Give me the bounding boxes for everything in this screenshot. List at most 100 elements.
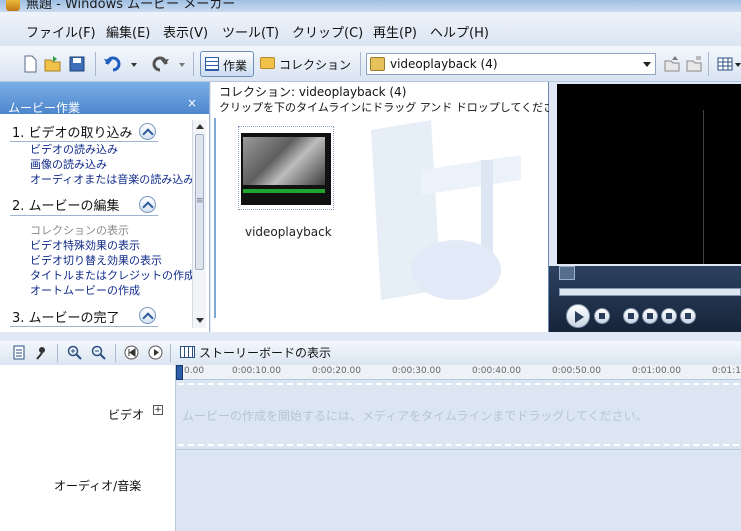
ruler-tick: 0:00:30.00 [392,366,442,376]
undo-dropdown-icon[interactable] [129,55,139,73]
link-import-pictures[interactable]: 画像の読み込み [30,156,107,172]
redo-icon[interactable] [150,55,170,73]
link-show-transitions[interactable]: ビデオ切り替え効果の表示 [30,252,162,268]
save-project-icon[interactable] [68,55,86,73]
clip-progress-bar [243,189,325,193]
menu-edit[interactable]: 編集(E) [106,22,150,41]
link-show-video-effects[interactable]: ビデオ特殊効果の表示 [30,237,140,253]
next-frame-button[interactable] [680,308,696,324]
collections-button[interactable]: コレクション [257,51,357,77]
redo-dropdown-icon[interactable] [177,55,187,73]
menu-file[interactable]: ファイル(F) [26,22,96,41]
video-track[interactable]: ムービーの作成を開始するには、メディアをタイムラインまでドラッグしてください。 [176,380,741,450]
forward-button[interactable] [661,308,677,324]
ruler-tick: 0:01:1 [712,366,741,376]
up-level-icon[interactable] [663,55,681,73]
menu-help[interactable]: ヘルプ(H) [430,22,489,41]
playhead-indicator[interactable] [176,365,183,380]
rewind-button[interactable] [642,308,658,324]
audio-track[interactable] [176,451,741,531]
narrate-microphone-icon[interactable] [34,345,49,360]
separator [115,344,116,362]
timeline-settings-icon[interactable] [12,345,27,360]
new-collection-folder-icon[interactable] [685,55,703,73]
collections-button-label: コレクション [279,58,352,72]
menu-view[interactable]: 表示(V) [163,22,208,41]
show-storyboard-label: ストーリーボードの表示 [199,346,332,360]
movie-maker-icon [6,0,20,11]
link-automovie[interactable]: オートムービーの作成 [30,282,140,298]
expand-video-track-icon[interactable]: + [153,405,163,415]
separator [360,52,361,76]
menu-bar: ファイル(F) 編集(E) 表示(V) ツール(T) クリップ(C) 再生(P)… [0,12,741,46]
zoom-out-icon[interactable] [91,345,106,360]
track-border [178,444,739,446]
separator [193,52,194,76]
movie-tasks-header: ムービー作業 × [0,82,209,115]
seek-bar[interactable] [559,288,741,296]
clip-label[interactable]: videoplayback [245,225,332,239]
show-storyboard-button[interactable]: ストーリーボードの表示 [178,343,338,363]
stop-button[interactable] [594,308,610,324]
section-capture-video[interactable]: 1. ビデオの取り込み [12,122,133,141]
collection-instructions: クリップを下のタイムラインにドラッグ アンド ドロップしてください。 [219,101,577,114]
title-bar: 無題 - Windows ムービー メーカー [0,0,741,12]
ruler-tick: 0.00 [184,366,205,376]
collection-icon [370,57,385,71]
video-track-label: ビデオ [108,408,145,422]
chevron-up-icon[interactable] [139,123,156,140]
undo-icon[interactable] [103,55,123,73]
link-show-collections: コレクションの表示 [30,224,129,237]
fullscreen-button[interactable] [559,266,575,280]
views-icon[interactable] [717,55,741,73]
scroll-up-icon[interactable] [196,124,204,129]
section-edit-movie[interactable]: 2. ムービーの編集 [12,195,120,214]
menu-tools[interactable]: ツール(T) [222,22,279,41]
storyboard-icon [180,346,195,358]
ruler-tick: 0:00:20.00 [312,366,362,376]
separator [170,344,171,362]
play-button[interactable] [566,304,590,328]
collection-dropdown[interactable]: videoplayback (4) [366,53,656,75]
collection-panel: コレクション: videoplayback (4) クリップを下のタイムラインに… [211,82,576,332]
timeline-ruler[interactable]: 0.00 0:00:10.00 0:00:20.00 0:00:30.00 0:… [176,365,741,380]
collection-title: コレクション: videoplayback (4) [219,85,407,99]
chevron-up-icon[interactable] [139,196,156,213]
tasks-button-label: 作業 [223,59,248,73]
clip-preview-image [243,137,325,185]
open-project-icon[interactable] [44,55,62,73]
video-display [557,84,741,264]
tasks-button[interactable]: 作業 [200,51,254,77]
previous-frame-button[interactable] [623,308,639,324]
chevron-up-icon[interactable] [139,307,156,324]
toolbar: 作業 コレクション videoplayback (4) [0,46,741,82]
movie-tasks-pane: ムービー作業 × 1. ビデオの取り込み ビデオの読み込み 画像の読み込み オー… [0,82,210,332]
ruler-tick: 0:00:40.00 [472,366,522,376]
folder-icon [260,57,275,69]
chevron-down-icon [643,62,651,67]
video-track-hint: ムービーの作成を開始するには、メディアをタイムラインまでドラッグしてください。 [182,409,648,423]
new-project-icon[interactable] [21,55,39,73]
scroll-down-icon[interactable] [196,318,204,323]
monitor-split-line [703,110,704,264]
rewind-timeline-icon[interactable] [124,345,139,360]
ruler-tick: 0:00:10.00 [232,366,282,376]
divider [10,326,158,327]
menu-clip[interactable]: クリップ(C) [292,22,363,41]
separator [708,52,709,76]
divider [10,215,158,216]
movie-tasks-title: ムービー作業 [8,101,81,115]
section-finish-movie[interactable]: 3. ムービーの完了 [12,307,120,326]
task-pane-scrollbar[interactable]: ≡ [192,120,206,328]
link-make-titles[interactable]: タイトルまたはクレジットの作成 [30,267,195,283]
timeline-track-labels [0,365,176,531]
menu-play[interactable]: 再生(P) [373,22,417,41]
timeline-toolbar: ストーリーボードの表示 [0,341,741,365]
link-import-audio[interactable]: オーディオまたは音楽の読み込み [30,171,194,187]
play-timeline-icon[interactable] [148,345,163,360]
zoom-in-icon[interactable] [67,345,82,360]
clip-thumbnail[interactable] [238,126,334,210]
close-icon[interactable]: × [187,96,197,110]
audio-track-label: オーディオ/音楽 [54,479,142,493]
link-import-video[interactable]: ビデオの読み込み [30,141,118,157]
